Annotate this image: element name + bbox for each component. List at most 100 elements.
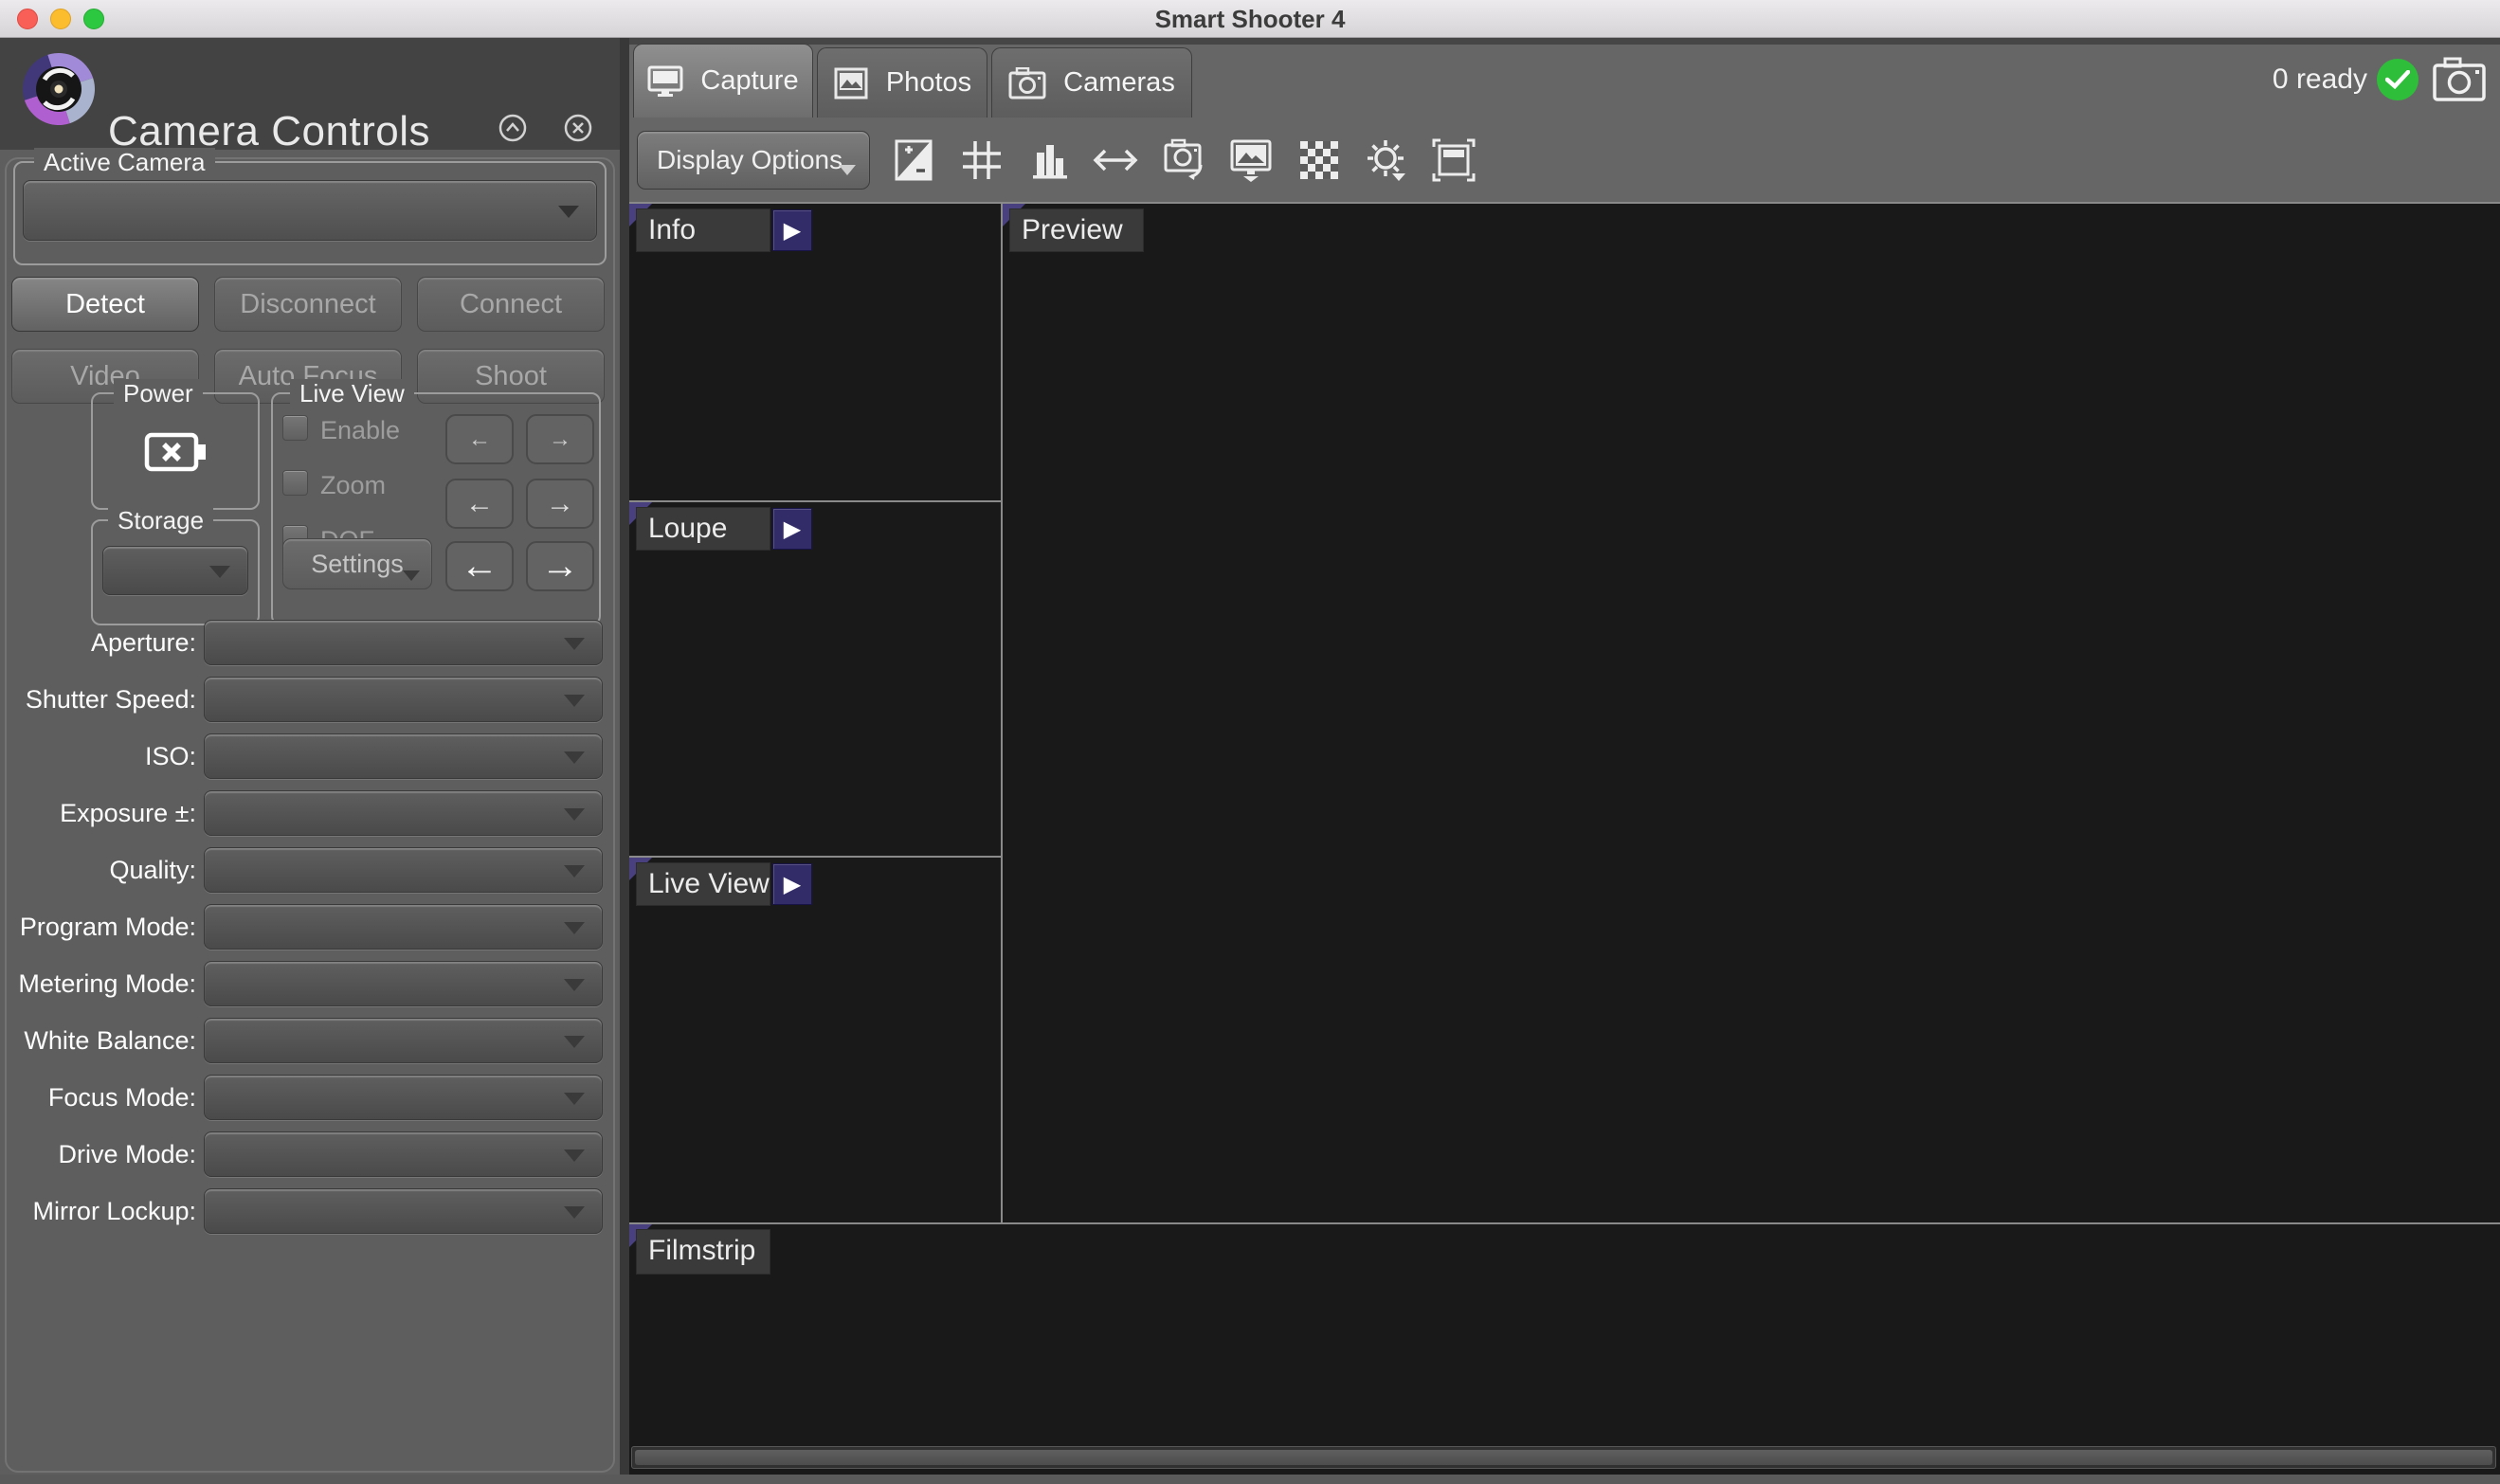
lv-focus-far-small-button[interactable]: → (526, 414, 594, 464)
titlebar: Smart Shooter 4 (0, 0, 2500, 38)
drive-mode-select[interactable] (204, 1131, 603, 1177)
tab-photos[interactable]: Photos (817, 47, 987, 118)
lv-focus-far-medium-button[interactable]: → (526, 479, 594, 529)
app-window: Smart Shooter 4 Camera Controls Active C… (0, 0, 2500, 1484)
dropdown-arrow-icon (564, 638, 585, 650)
exposure-icon[interactable] (891, 137, 936, 183)
power-group-label: Power (114, 379, 203, 407)
info-play-button[interactable]: ▶ (772, 209, 812, 251)
tab-cameras[interactable]: Cameras (991, 47, 1192, 118)
loupe-panel-tab[interactable]: Loupe (637, 508, 770, 550)
dropdown-arrow-icon (564, 1093, 585, 1105)
live-view-enable-checkbox[interactable] (282, 415, 308, 441)
exposure-compensation-select[interactable] (204, 790, 603, 836)
live-view-settings-button[interactable]: Settings (282, 538, 432, 589)
display-options-button[interactable]: Display Options (637, 131, 870, 190)
tab-strip-shadow (629, 38, 2500, 45)
fit-width-icon[interactable] (1093, 137, 1138, 183)
zoom-checkbox-label: Zoom (320, 471, 387, 499)
window-title: Smart Shooter 4 (1154, 5, 1346, 33)
lv-focus-far-large-button[interactable]: → (526, 541, 594, 591)
dock-splitter[interactable] (620, 38, 629, 1484)
arrow-right-icon: → (541, 545, 579, 587)
arrow-left-icon: ← (468, 425, 491, 452)
lv-focus-near-medium-button[interactable]: ← (445, 479, 514, 529)
lv-focus-near-large-button[interactable]: ← (445, 541, 514, 591)
show-photo-icon[interactable] (1228, 137, 1274, 183)
active-camera-group-label: Active Camera (34, 148, 215, 176)
live-view-panel-tab[interactable]: Live View (637, 863, 770, 905)
rotate-photo-icon[interactable] (1162, 137, 1207, 183)
photos-ready-status: 0 ready (2272, 63, 2367, 95)
arrow-left-icon: ← (461, 545, 498, 587)
arrow-right-icon: → (549, 425, 571, 452)
filmstrip-panel-tab[interactable]: Filmstrip (637, 1230, 770, 1274)
focus-mode-select[interactable] (204, 1075, 603, 1120)
drive-mode-label: Drive Mode: (58, 1140, 196, 1168)
brightness-icon[interactable] (1364, 137, 1409, 183)
iso-label: ISO: (144, 742, 196, 770)
quality-select[interactable] (204, 847, 603, 893)
disconnect-button[interactable]: Disconnect (214, 277, 402, 332)
shutter-speed-select[interactable] (204, 677, 603, 722)
photo-icon (834, 67, 868, 99)
exposure-compensation-label: Exposure ±: (60, 799, 196, 827)
loupe-panel: Loupe ▶ (629, 502, 1001, 856)
status-ok-icon (2377, 59, 2418, 100)
live-view-zoom-checkbox[interactable] (282, 470, 308, 496)
float-panel-icon[interactable] (498, 113, 528, 143)
dropdown-arrow-icon (564, 808, 585, 821)
filmstrip-scrollbar[interactable] (631, 1446, 2496, 1469)
program-mode-label: Program Mode: (19, 913, 196, 941)
program-mode-select[interactable] (204, 904, 603, 950)
play-icon: ▶ (783, 217, 802, 244)
battery-empty-icon (144, 432, 206, 472)
filmstrip-panel: Filmstrip (629, 1224, 2500, 1475)
dropdown-arrow-icon (564, 865, 585, 878)
storage-select[interactable] (102, 546, 248, 595)
tab-capture[interactable]: Capture (633, 44, 813, 118)
dropdown-arrow-icon (564, 1206, 585, 1219)
dropdown-arrow-icon (839, 165, 856, 175)
filmstrip-scrollbar-thumb[interactable] (635, 1450, 2492, 1465)
mirror-lockup-select[interactable] (204, 1188, 603, 1234)
actual-size-icon[interactable] (1431, 137, 1476, 183)
lv-focus-near-small-button[interactable]: ← (445, 414, 514, 464)
play-icon: ▶ (783, 516, 802, 542)
white-balance-select[interactable] (204, 1018, 603, 1063)
histogram-icon[interactable] (1027, 137, 1073, 183)
aperture-select[interactable] (204, 620, 603, 665)
enable-checkbox-label: Enable (320, 416, 401, 444)
quality-label: Quality: (109, 856, 196, 884)
dropdown-arrow-icon (564, 695, 585, 707)
shutter-speed-label: Shutter Speed: (25, 685, 196, 714)
camera-status-icon (2433, 57, 2486, 101)
play-icon: ▶ (783, 871, 802, 897)
live-view-play-button[interactable]: ▶ (772, 863, 812, 905)
transparency-checker-icon[interactable] (1296, 137, 1342, 183)
active-camera-select[interactable] (23, 180, 597, 241)
grid-icon[interactable] (959, 137, 1005, 183)
camera-icon (1008, 66, 1046, 99)
dropdown-arrow-icon (209, 566, 230, 578)
window-bottom-edge (0, 1475, 2500, 1484)
arrow-right-icon: → (546, 487, 574, 519)
storage-group-label: Storage (108, 506, 214, 534)
iso-select[interactable] (204, 733, 603, 779)
dropdown-arrow-icon (564, 1149, 585, 1162)
live-view-group-label: Live View (290, 379, 414, 407)
dropdown-arrow-icon (564, 751, 585, 764)
detect-button[interactable]: Detect (11, 277, 199, 332)
monitor-icon (647, 65, 683, 97)
white-balance-label: White Balance: (24, 1026, 196, 1055)
close-panel-icon[interactable] (563, 113, 593, 143)
connect-button[interactable]: Connect (417, 277, 605, 332)
preview-panel: Preview (1003, 204, 2500, 1222)
mirror-lockup-label: Mirror Lockup: (32, 1197, 196, 1225)
preview-panel-tab[interactable]: Preview (1010, 209, 1143, 251)
dropdown-arrow-icon (558, 206, 579, 218)
metering-mode-select[interactable] (204, 961, 603, 1006)
dropdown-arrow-icon (564, 922, 585, 934)
info-panel-tab[interactable]: Info (637, 209, 770, 251)
loupe-play-button[interactable]: ▶ (772, 508, 812, 550)
